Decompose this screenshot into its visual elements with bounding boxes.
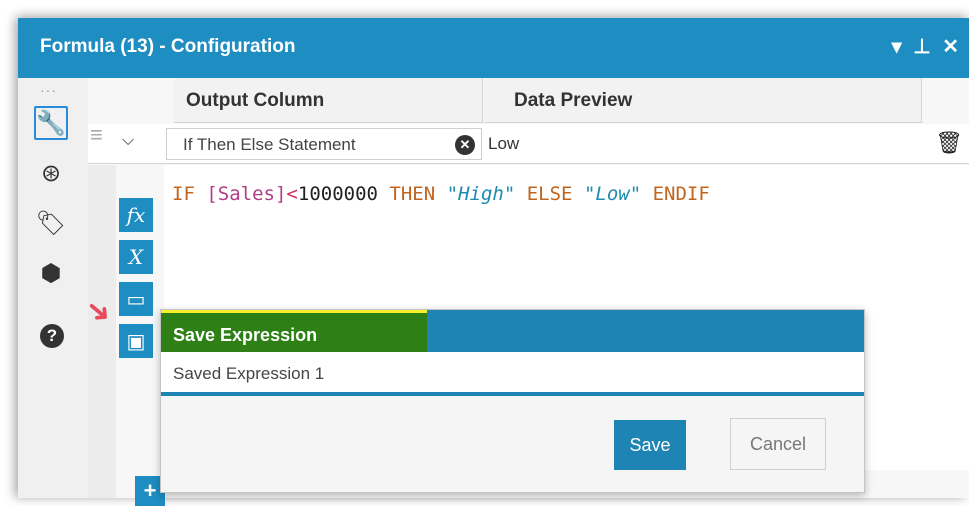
output-column-field[interactable]: If Then Else Statement ✕ xyxy=(166,128,482,160)
save-icon[interactable]: ▣ xyxy=(119,324,153,358)
data-preview-header: Data Preview xyxy=(484,78,922,123)
dropdown-icon[interactable]: ▾ xyxy=(892,36,902,58)
window-title: Formula (13) - Configuration xyxy=(40,36,296,57)
tag-icon[interactable]: 🏷 xyxy=(34,206,68,240)
pin-icon[interactable]: ⊥ xyxy=(913,36,930,58)
clear-icon[interactable]: ✕ xyxy=(455,135,475,155)
help-icon[interactable]: ? xyxy=(40,324,64,348)
then-keyword: THEN xyxy=(389,183,436,205)
formula-row: ≡ ⌵ If Then Else Statement ✕ Low 🗑 xyxy=(88,124,969,164)
number-literal: 1000000 xyxy=(297,183,378,205)
save-expression-dialog: Save Expression Saved Expression 1 Save … xyxy=(160,309,865,493)
field-reference: [Sales] xyxy=(206,183,287,205)
save-button[interactable]: Save xyxy=(614,420,686,470)
cancel-button[interactable]: Cancel xyxy=(730,418,826,470)
variable-icon[interactable]: X xyxy=(119,240,153,274)
output-column-header: Output Column xyxy=(174,78,483,123)
else-keyword: ELSE xyxy=(526,183,573,205)
row-gutter xyxy=(88,165,116,498)
navigate-icon[interactable]: ⊛ xyxy=(34,156,68,190)
function-icon[interactable]: fx xyxy=(119,198,153,232)
title-bar: Formula (13) - Configuration ▾ ⊥ ✕ xyxy=(18,18,969,78)
else-string: "Low" xyxy=(583,183,642,205)
chevron-down-icon[interactable]: ⌵ xyxy=(122,132,134,150)
preview-value: Low xyxy=(488,134,520,153)
expression-text: IF [Sales]<1000000 THEN "High" ELSE "Low… xyxy=(172,183,710,205)
then-string: "High" xyxy=(446,183,516,205)
dialog-title: Save Expression xyxy=(161,310,427,352)
grip-dots: ··· xyxy=(40,82,57,98)
if-keyword: IF xyxy=(172,183,195,205)
trash-icon[interactable]: 🗑 xyxy=(935,130,963,156)
wrench-icon[interactable]: 🔧 xyxy=(34,106,68,140)
output-column-value: If Then Else Statement xyxy=(183,135,356,154)
folder-icon[interactable]: ▭ xyxy=(119,282,153,316)
window-controls: ▾ ⊥ ✕ xyxy=(886,34,959,59)
box-icon[interactable]: ⬢ xyxy=(34,256,68,290)
endif-keyword: ENDIF xyxy=(652,183,710,205)
close-icon[interactable]: ✕ xyxy=(942,36,959,58)
operator: < xyxy=(286,183,298,205)
expression-name-input[interactable]: Saved Expression 1 xyxy=(161,352,864,396)
drag-handle-icon[interactable]: ≡ xyxy=(90,124,114,146)
